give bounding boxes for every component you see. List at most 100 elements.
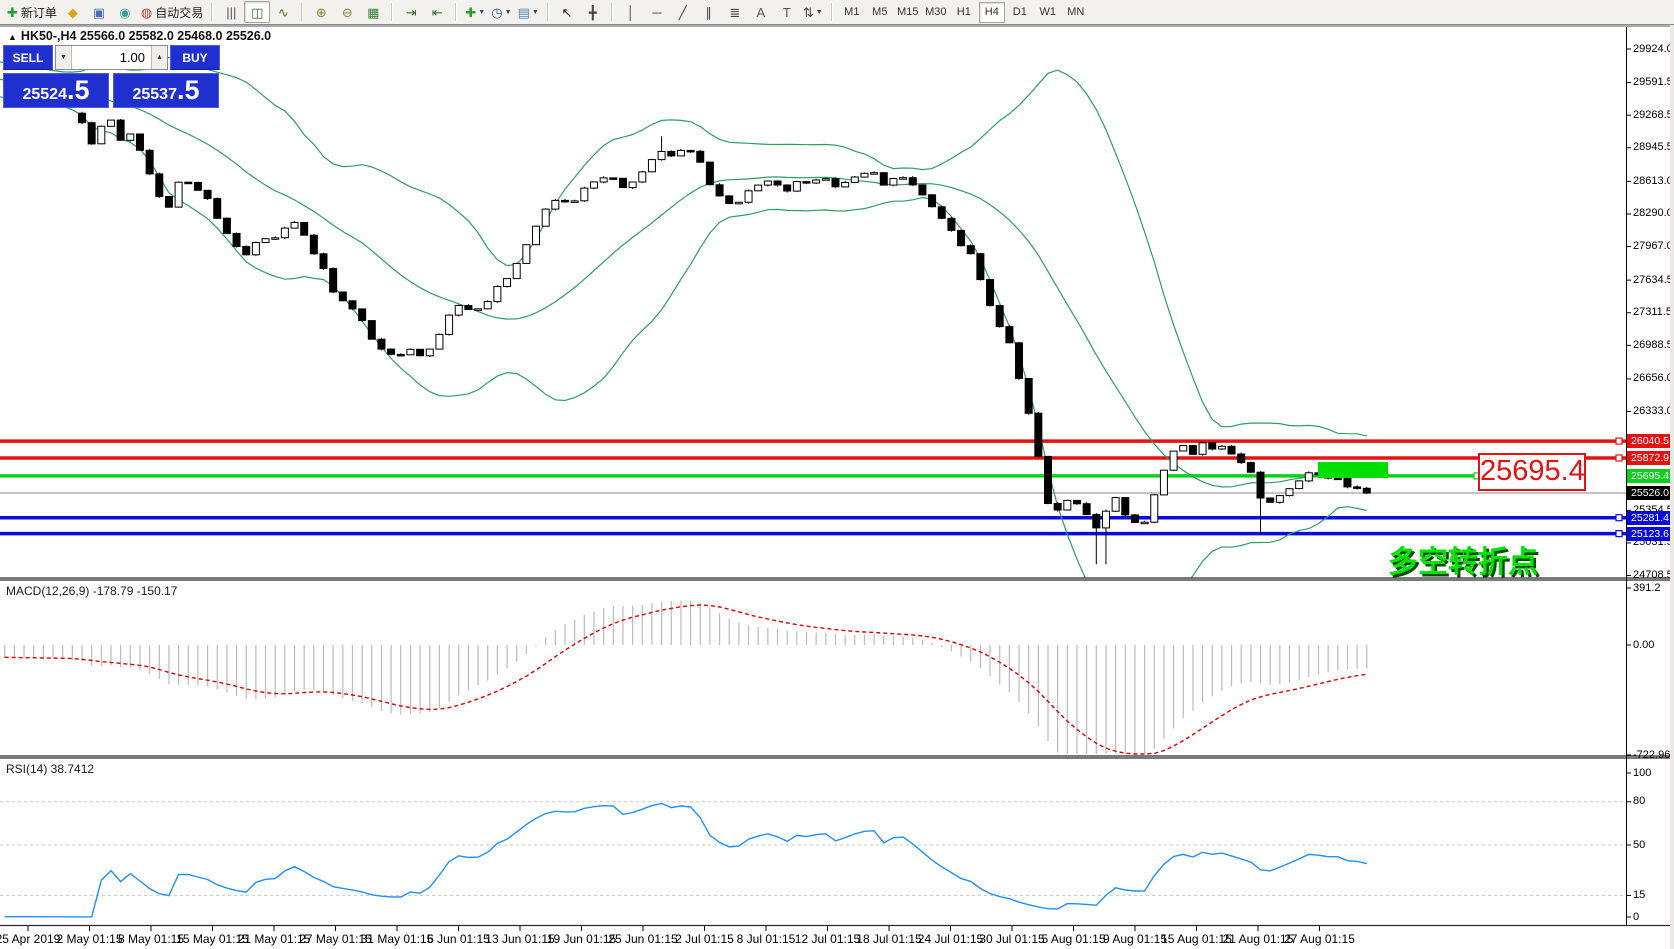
timeframe-m15[interactable]: M15	[895, 2, 921, 23]
buy-button[interactable]: BUY	[170, 45, 220, 70]
dropdown-arrow-icon: ▼	[532, 9, 539, 16]
bar-chart-icon[interactable]: |||	[218, 1, 244, 23]
one-click-trading-panel: SELL ▼ 1.00 ▲ BUY 25524.5 25537.5	[3, 45, 220, 108]
chart-shift-icon[interactable]: ⇤	[424, 1, 450, 23]
time-axis-label: 9 Aug 01:15	[1103, 932, 1167, 946]
symbol-ohlc-text: HK50-,H4 25566.0 25582.0 25468.0 25526.0	[21, 29, 271, 43]
cursor-icon[interactable]: ↖	[554, 1, 580, 23]
timeframe-m30[interactable]: M30	[923, 2, 949, 23]
window-edge	[1670, 0, 1674, 949]
timeframe-d1[interactable]: D1	[1007, 2, 1033, 23]
dropdown-arrow-icon: ▼	[478, 9, 485, 16]
time-axis-label: 31 May 01:15	[361, 932, 434, 946]
rsi-axis-tick: 50	[1633, 839, 1673, 851]
price-tick: 27311.5	[1633, 306, 1673, 318]
buy-price-frac: .5	[177, 74, 200, 107]
trade-controls-row: SELL ▼ 1.00 ▲ BUY	[3, 45, 220, 70]
text-icon[interactable]: A	[748, 1, 774, 23]
templates-icon[interactable]: ▤▼	[515, 1, 542, 23]
time-axis-label: 18 Jul 01:15	[856, 932, 921, 946]
price-tick: 28290.0	[1633, 207, 1673, 219]
vertical-line-icon[interactable]: │	[618, 1, 644, 23]
sell-price-main: 25524	[22, 78, 67, 111]
time-axis-label: 5 Aug 01:15	[1041, 932, 1105, 946]
time-axis-label: 12 Jul 01:15	[795, 932, 860, 946]
price-tick: 29924.0	[1633, 43, 1673, 55]
rsi-axis-tick: 80	[1633, 795, 1673, 807]
auto-scroll-icon[interactable]: ⇥	[398, 1, 424, 23]
volume-decrease-button[interactable]: ▼	[56, 46, 72, 69]
tick-chart-icon[interactable]: ◆	[60, 1, 86, 23]
turning-point-annotation[interactable]: 多空转折点	[1388, 537, 1538, 581]
timeframe-mn[interactable]: MN	[1063, 2, 1089, 23]
time-axis-label: 19 Jun 01:15	[547, 932, 616, 946]
timeframe-w1[interactable]: W1	[1035, 2, 1061, 23]
time-axis-label: 27 Aug 01:15	[1284, 932, 1355, 946]
volume-increase-button[interactable]: ▲	[151, 46, 167, 69]
price-line-badge: 26040.5	[1627, 434, 1673, 448]
macd-axis-tick: -722.96	[1633, 749, 1673, 761]
crosshair-icon[interactable]: ╋	[580, 1, 606, 23]
dropdown-arrow-icon: ▼	[505, 9, 512, 16]
equidistant-channel-icon[interactable]: ∥	[696, 1, 722, 23]
chart-canvas[interactable]	[0, 0, 1674, 949]
toolbar-separator	[211, 3, 213, 21]
mt4-window: ✚新订单◆▣◉◍自动交易 |||◫∿ ⊕⊖▦ ⇥⇤ ✚▼◷▼▤▼ ↖╋ │─╱∥≣AT⇅▼ M…	[0, 0, 1674, 949]
tile-windows-icon[interactable]: ▦	[360, 1, 386, 23]
trendline-icon[interactable]: ╱	[670, 1, 696, 23]
time-axis-label: 25 Jun 01:15	[608, 932, 677, 946]
macd-axis-tick: 391.2	[1633, 582, 1673, 594]
toolbar-separator	[301, 3, 303, 21]
text-label-icon[interactable]: T	[774, 1, 800, 23]
zoom-out-icon[interactable]: ⊖	[334, 1, 360, 23]
volume-value[interactable]: 1.00	[72, 46, 151, 69]
price-line-badge: 25281.4	[1627, 511, 1673, 525]
price-tick: 28613.0	[1633, 175, 1673, 187]
fibonacci-icon[interactable]: ≣	[722, 1, 748, 23]
candle-chart-icon[interactable]: ◫	[244, 1, 270, 23]
symbol-ohlc-line: ▲ HK50-,H4 25566.0 25582.0 25468.0 25526.…	[8, 29, 271, 43]
price-tick: 28945.5	[1633, 141, 1673, 153]
time-axis-label: 8 Jul 01:15	[737, 932, 796, 946]
price-line-badge: 25123.6	[1627, 527, 1673, 541]
zoom-in-icon[interactable]: ⊕	[308, 1, 334, 23]
current-price-badge: 25526.0	[1627, 486, 1673, 500]
periods-icon[interactable]: ◷▼	[488, 1, 514, 23]
buy-price[interactable]: 25537.5	[113, 73, 219, 108]
timeframe-h1[interactable]: H1	[951, 2, 977, 23]
price-callout-label[interactable]: 25695.4	[1478, 453, 1586, 491]
price-tick: 24708.5	[1633, 569, 1673, 581]
macd-axis-tick: 0.00	[1633, 639, 1673, 651]
toolbar-separator	[391, 3, 393, 21]
price-line-badge: 25872.9	[1627, 451, 1673, 465]
time-axis-label: 30 Jul 01:15	[979, 932, 1044, 946]
time-axis-label: 8 May 01:15	[118, 932, 184, 946]
horizontal-line-icon[interactable]: ─	[644, 1, 670, 23]
time-axis-label: 2 Jul 01:15	[675, 932, 734, 946]
time-axis-label: 6 Jun 01:15	[427, 932, 490, 946]
arrow-tools-icon[interactable]: ⇅▼	[800, 1, 826, 23]
timeframe-m1[interactable]: M1	[839, 2, 865, 23]
sell-button[interactable]: SELL	[3, 45, 53, 70]
line-chart-icon[interactable]: ∿	[270, 1, 296, 23]
price-tick: 27634.5	[1633, 274, 1673, 286]
price-tick: 29591.5	[1633, 76, 1673, 88]
price-tick: 26333.0	[1633, 405, 1673, 417]
new-order-icon[interactable]: ✚新订单	[4, 1, 60, 23]
timeframe-m5[interactable]: M5	[867, 2, 893, 23]
autotrade-icon[interactable]: ◍自动交易	[138, 1, 206, 23]
signals-icon[interactable]: ◉	[112, 1, 138, 23]
sell-price-frac: .5	[67, 74, 90, 107]
dropdown-arrow-icon: ▼	[816, 9, 823, 16]
sell-price[interactable]: 25524.5	[3, 73, 109, 108]
market-watch-icon[interactable]: ▣	[86, 1, 112, 23]
volume-stepper: ▼ 1.00 ▲	[55, 45, 168, 70]
toolbar: ✚新订单◆▣◉◍自动交易 |||◫∿ ⊕⊖▦ ⇥⇤ ✚▼◷▼▤▼ ↖╋ │─╱∥≣AT⇅▼ M…	[0, 0, 1674, 25]
timeframe-h4[interactable]: H4	[979, 2, 1005, 23]
new-chart-icon[interactable]: ✚▼	[462, 1, 488, 23]
rsi-axis-tick: 15	[1633, 889, 1673, 901]
price-tick: 27967.0	[1633, 240, 1673, 252]
collapse-panel-icon[interactable]: ▲	[8, 32, 17, 42]
time-axis-label: 15 Aug 01:15	[1161, 932, 1232, 946]
macd-label: MACD(12,26,9) -178.79 -150.17	[6, 584, 177, 598]
